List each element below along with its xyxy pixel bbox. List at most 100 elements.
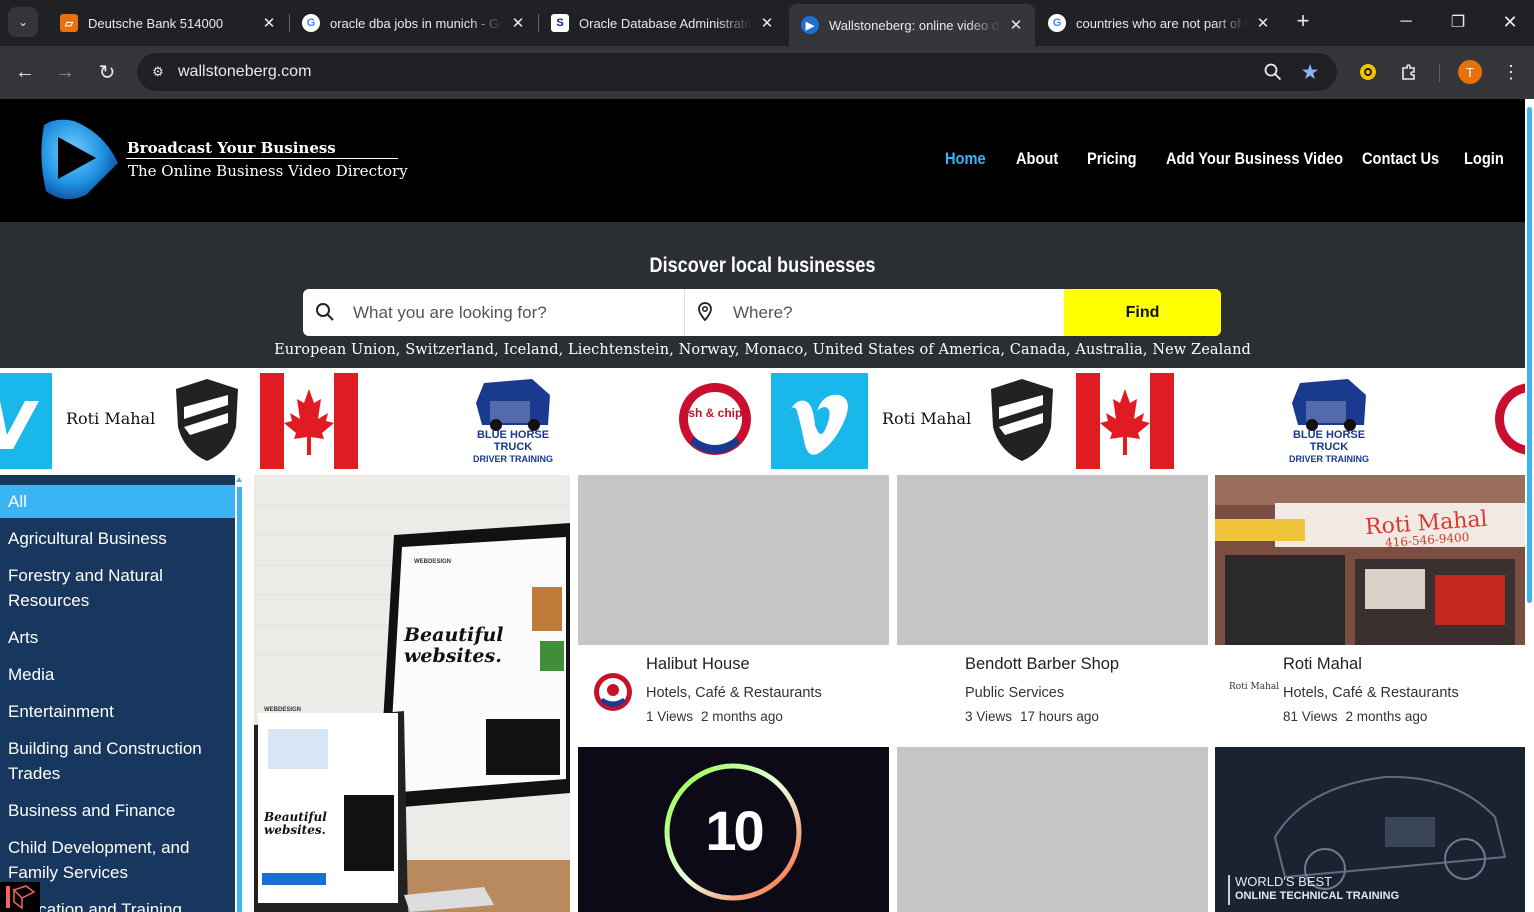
category-agricultural-business[interactable]: Agricultural Business (0, 526, 235, 551)
card-title[interactable]: Roti Mahal (1283, 655, 1362, 674)
card-title[interactable]: Halibut House (646, 655, 750, 674)
tab-close-icon[interactable]: ✕ (1254, 14, 1272, 32)
roti-mahal-logo[interactable]: Roti Mahal (62, 373, 155, 469)
halibut-logo-text: fish & chips (680, 406, 749, 420)
vimeo-logo-icon[interactable] (0, 373, 52, 469)
sidebar-scroll-thumb[interactable] (237, 487, 242, 912)
bluehorse-line2: TRUCK (1309, 441, 1349, 453)
video-thumbnail[interactable]: Roti Mahal 416-546-9400 (1215, 475, 1525, 645)
category-all[interactable]: All (0, 485, 235, 518)
bookmark-star-icon[interactable]: ★ (1297, 59, 1323, 85)
video-thumbnail[interactable] (897, 475, 1208, 645)
find-button[interactable]: Find (1064, 289, 1221, 336)
tab-title: Deutsche Bank 514000 (88, 15, 224, 31)
category-business-finance[interactable]: Business and Finance (0, 798, 235, 823)
address-bar[interactable]: ⚙ wallstoneberg.com ★ (137, 53, 1337, 91)
nav-add-business-video[interactable]: Add Your Business Video (1166, 149, 1343, 169)
feature-brand: WEBDESIGN (414, 559, 452, 565)
toolbar-divider (1439, 64, 1440, 82)
card-meta: 81 Views 2 months ago (1283, 709, 1427, 724)
category-child-development[interactable]: Child Development, and Family Services (0, 835, 235, 885)
business-card[interactable]: Roti Mahal 416-546-9400 Roti Mahal Roti … (1215, 475, 1525, 735)
tab-close-icon[interactable]: ✕ (509, 14, 527, 32)
tab-title: Oracle Database Administrator (579, 15, 752, 31)
profile-avatar[interactable]: T (1458, 60, 1482, 84)
close-window-icon[interactable]: ✕ (1495, 8, 1525, 36)
canada-flag-icon[interactable] (260, 373, 358, 469)
restore-icon[interactable]: ❐ (1443, 8, 1473, 36)
nav-home[interactable]: Home (945, 149, 986, 169)
tab-close-icon[interactable]: ✕ (260, 14, 278, 32)
business-card[interactable]: Halibut House Hotels, Café & Restaurants… (578, 475, 889, 735)
feature-headline-small: Beautiful websites. (264, 810, 327, 837)
roti-logo-text: Roti Mahal (882, 409, 972, 428)
feature-headline: Beautiful websites. (404, 624, 504, 667)
site-info-icon[interactable]: ⚙ (147, 61, 169, 83)
page-scroll-thumb[interactable] (1527, 107, 1532, 603)
blue-horse-truck-logo[interactable]: BLUE HORSE TRUCK DRIVER TRAINING (462, 373, 564, 469)
browser-tab-3[interactable]: S Oracle Database Administrator ✕ (539, 6, 786, 40)
extensions-puzzle-icon[interactable] (1396, 59, 1422, 85)
address-url[interactable]: wallstoneberg.com (178, 63, 311, 81)
minimize-icon[interactable]: ─ (1391, 8, 1421, 36)
nav-pricing[interactable]: Pricing (1087, 149, 1137, 169)
browser-tab-4-active[interactable]: ▶ Wallstoneberg: online video directory … (789, 4, 1035, 46)
business-card[interactable]: Bendott Barber Shop Public Services 3 Vi… (897, 475, 1208, 735)
new-tab-plus-icon[interactable]: + (1291, 10, 1315, 34)
nav-about[interactable]: About (1016, 149, 1058, 169)
kebab-menu-icon[interactable]: ⋮ (1498, 59, 1524, 85)
scroll-up-arrow-icon[interactable] (236, 477, 242, 482)
location-input[interactable] (733, 289, 1053, 336)
extension-circle-icon[interactable] (1355, 59, 1381, 85)
business-logo-carousel: Roti Mahal BLUE HORSE TRUCK DRIVER TRAIN… (0, 368, 1525, 475)
reload-icon[interactable]: ↻ (93, 58, 121, 86)
roti-mahal-avatar: Roti Mahal (1229, 682, 1279, 702)
shield-logo-icon[interactable] (985, 373, 1060, 469)
logo-tagline: The Online Business Video Directory (128, 162, 408, 180)
location-pin-icon (696, 302, 714, 322)
search-input[interactable] (353, 289, 683, 336)
video-thumbnail[interactable] (578, 475, 889, 645)
featured-webdesign-image[interactable]: Beautiful websites. WEBDESIGN WEBDESIGN … (254, 475, 570, 912)
bluehorse-line1: BLUE HORSE (476, 429, 550, 441)
back-arrow-icon[interactable]: ← (11, 58, 39, 86)
tab-close-icon[interactable]: ✕ (758, 14, 776, 32)
vimeo-logo-icon[interactable] (771, 373, 868, 469)
logo-divider (126, 158, 398, 159)
blue-horse-truck-logo[interactable]: BLUE HORSE TRUCK DRIVER TRAINING (1278, 373, 1380, 469)
browser-tab-2[interactable]: G oracle dba jobs in munich - Google ✕ (290, 6, 537, 40)
browser-tab-1[interactable]: ▱ Deutsche Bank 514000 ✕ (48, 6, 288, 40)
search-icon (315, 302, 335, 322)
card-age: 2 months ago (1345, 709, 1428, 724)
category-media[interactable]: Media (0, 662, 235, 687)
page-scrollbar[interactable] (1525, 99, 1534, 912)
search-bar: Find (303, 289, 1221, 336)
video-thumbnail-technical-training[interactable]: WORLD'S BEST ONLINE TECHNICAL TRAINING (1215, 747, 1525, 912)
halibut-house-logo-partial[interactable] (1492, 373, 1525, 469)
nav-contact-us[interactable]: Contact Us (1362, 149, 1439, 169)
card-title[interactable]: Bendott Barber Shop (965, 655, 1119, 674)
card-meta: 3 Views 17 hours ago (965, 709, 1099, 724)
video-thumbnail[interactable] (897, 747, 1208, 912)
halibut-house-logo[interactable]: fish & chips (676, 373, 754, 469)
category-entertainment[interactable]: Entertainment (0, 699, 235, 724)
zoom-magnifier-icon[interactable] (1261, 60, 1285, 84)
category-forestry[interactable]: Forestry and Natural Resources (0, 563, 235, 613)
laravel-debugbar-icon[interactable] (0, 882, 40, 912)
sidebar-scrollbar[interactable] (235, 475, 244, 912)
site-header: Broadcast Your Business The Online Busin… (0, 99, 1525, 222)
play-logo-icon[interactable] (34, 113, 120, 203)
forward-arrow-icon[interactable]: → (51, 58, 79, 86)
canada-flag-icon[interactable] (1076, 373, 1174, 469)
category-building-construction[interactable]: Building and Construction Trades (0, 736, 235, 786)
tab-close-icon[interactable]: ✕ (1007, 16, 1025, 34)
bluehorse-line2: TRUCK (493, 441, 533, 453)
roti-mahal-logo[interactable]: Roti Mahal (878, 373, 971, 469)
video-thumbnail-countdown[interactable]: 10 (578, 747, 889, 912)
browser-tab-5[interactable]: G countries who are not part of EU ✕ (1036, 6, 1282, 40)
hero-section: Discover local businesses Find European … (0, 222, 1525, 368)
nav-login[interactable]: Login (1464, 149, 1504, 169)
shield-logo-icon[interactable] (170, 373, 245, 469)
category-arts[interactable]: Arts (0, 625, 235, 650)
tab-search-chevron-icon[interactable]: ⌄ (8, 7, 38, 37)
